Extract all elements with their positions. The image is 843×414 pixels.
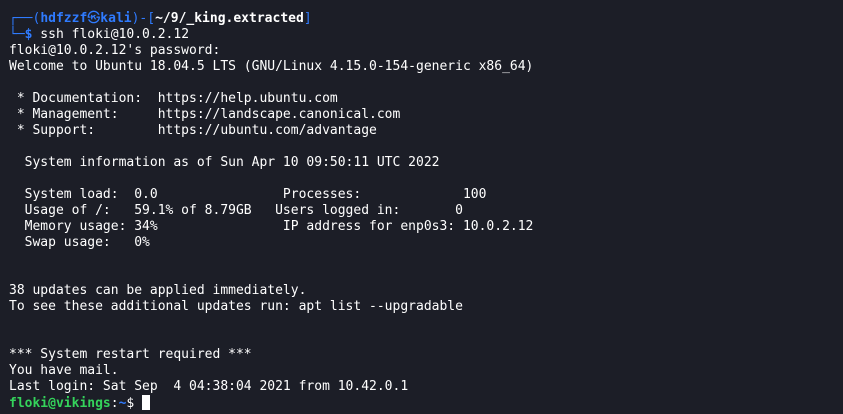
output-line: Usage of /: 59.1% of 8.79GB Users logged… bbox=[9, 203, 463, 218]
output-line: *** System restart required *** bbox=[9, 347, 252, 362]
output-line: * Support: https://ubuntu.com/advantage bbox=[9, 123, 377, 138]
remote-prompt-symbol: $ bbox=[126, 396, 143, 411]
remote-prompt-line[interactable]: floki@vikings:~$ bbox=[9, 395, 843, 411]
prompt-user: hdfzzf bbox=[40, 11, 88, 26]
prompt-corner-bottom: └─ bbox=[9, 27, 25, 42]
output-line: * Documentation: https://help.ubuntu.com bbox=[9, 91, 338, 106]
terminal-window[interactable]: ┌──(hdfzzf㉿kali)-[~/9/_king.extracted] └… bbox=[0, 0, 843, 414]
output-line: Welcome to Ubuntu 18.04.5 LTS (GNU/Linux… bbox=[9, 59, 534, 74]
output-line: You have mail. bbox=[9, 363, 119, 378]
text-cursor bbox=[142, 395, 151, 410]
output-line: System load: 0.0 Processes: 100 bbox=[9, 187, 487, 202]
remote-prompt-sep: : bbox=[110, 396, 119, 411]
prompt-close-bracket: ] bbox=[303, 11, 312, 26]
prompt-line-command: └─$ ssh floki@10.0.2.12 bbox=[9, 27, 843, 43]
prompt-at-symbol: ㉿ bbox=[87, 11, 101, 26]
prompt-path: ~/9/_king.extracted bbox=[155, 11, 304, 26]
prompt-corner-top: ┌──( bbox=[9, 11, 41, 26]
command-text: ssh floki@10.0.2.12 bbox=[32, 27, 190, 42]
output-line: Memory usage: 34% IP address for enp0s3:… bbox=[9, 219, 534, 234]
output-line: Swap usage: 0% bbox=[9, 235, 150, 250]
prompt-host: kali bbox=[100, 11, 132, 26]
output-line: To see these additional updates run: apt… bbox=[9, 299, 463, 314]
output-line: floki@10.0.2.12's password: bbox=[9, 43, 221, 58]
remote-prompt-user-host: floki@vikings bbox=[9, 396, 111, 411]
output-line: 38 updates can be applied immediately. bbox=[9, 283, 307, 298]
output-line: * Management: https://landscape.canonica… bbox=[9, 107, 401, 122]
output-line: System information as of Sun Apr 10 09:5… bbox=[9, 155, 440, 170]
output-line: Last login: Sat Sep 4 04:38:04 2021 from… bbox=[9, 379, 409, 394]
prompt-line-top: ┌──(hdfzzf㉿kali)-[~/9/_king.extracted] bbox=[9, 11, 843, 27]
prompt-separator: )-[ bbox=[131, 11, 156, 26]
